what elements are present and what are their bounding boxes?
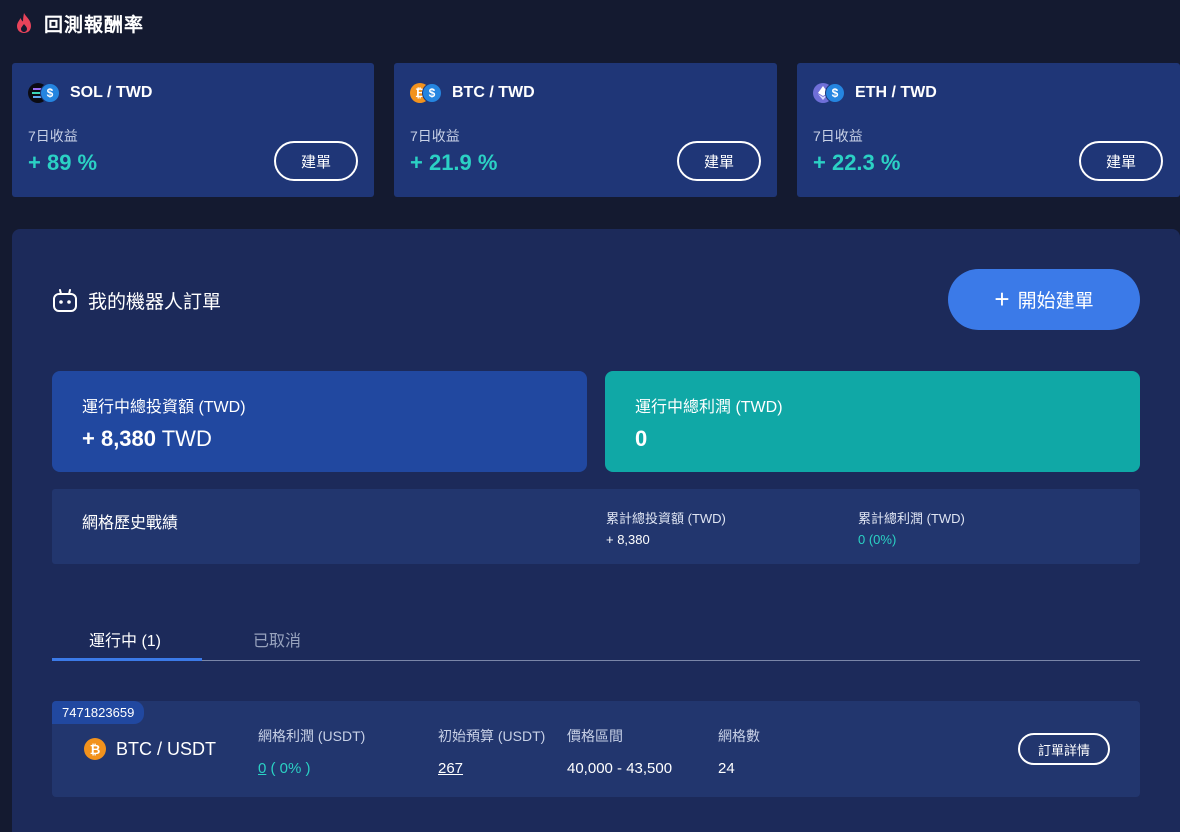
coin-pair-icons: ₿ $ — [410, 82, 446, 104]
total-profit-value: 0 (0%) — [858, 532, 897, 547]
price-range-value: 40,000 - 43,500 — [567, 760, 673, 777]
order-id-badge: 7471823659 — [52, 701, 145, 724]
pair-card-eth: $ ETH / TWD 7日收益 + 22.3 % 建單 — [797, 63, 1180, 197]
pair-head: ₿ $ BTC / TWD — [410, 82, 535, 104]
order-row: 7471823659 ₿ BTC / USDT 網格利潤 (USDT) 0 ( … — [52, 701, 1140, 797]
running-profit-value: 0 — [635, 426, 647, 452]
grid-count-label: 網格數 — [718, 728, 760, 744]
return-label: 7日收益 — [410, 128, 460, 144]
page-title: 回測報酬率 — [44, 14, 145, 36]
total-investment-label: 累計總投資額 (TWD) — [606, 511, 726, 526]
pair-card-sol: $ SOL / TWD 7日收益 + 89 % 建單 — [12, 63, 374, 197]
running-investment-box: 運行中總投資額 (TWD) + 8,380 TWD — [52, 371, 587, 472]
coin-pair-icons: $ — [28, 82, 64, 104]
price-range-label: 價格區間 — [567, 728, 623, 744]
grid-profit: 網格利潤 (USDT) 0 ( 0% ) — [258, 726, 365, 777]
bot-orders-panel: 我的機器人訂單 + 開始建單 運行中總投資額 (TWD) + 8,380 TWD… — [12, 229, 1180, 832]
grid-history-box: 網格歷史戰績 累計總投資額 (TWD) + 8,380 累計總利潤 (TWD) … — [52, 489, 1140, 564]
initial-budget: 初始預算 (USDT) 267 — [438, 726, 545, 777]
dollar-icon: $ — [825, 83, 845, 103]
dollar-icon: $ — [40, 83, 60, 103]
pair-head: $ ETH / TWD — [813, 82, 937, 104]
total-profit: 累計總利潤 (TWD) 0 (0%) — [858, 508, 965, 547]
price-range: 價格區間 40,000 - 43,500 — [567, 726, 672, 777]
total-profit-label: 累計總利潤 (TWD) — [858, 511, 965, 526]
order-pair-label: BTC / USDT — [116, 738, 217, 759]
return-label: 7日收益 — [813, 128, 863, 144]
fire-icon — [17, 13, 31, 33]
page-header: 回測報酬率 — [14, 10, 144, 36]
running-profit-label: 運行中總利潤 (TWD) — [635, 399, 783, 416]
return-value: + 89 % — [28, 150, 98, 175]
robot-icon — [53, 288, 77, 312]
running-investment-unit: TWD — [161, 426, 212, 451]
running-investment-label: 運行中總投資額 (TWD) — [82, 399, 246, 416]
return-value: + 21.9 % — [410, 150, 498, 175]
running-profit-box: 運行中總利潤 (TWD) 0 — [605, 371, 1140, 472]
total-investment-value: + 8,380 — [606, 532, 650, 547]
active-tab-indicator — [52, 658, 202, 661]
pair-name: SOL / TWD — [70, 84, 153, 101]
pair-card-btc: ₿ $ BTC / TWD 7日收益 + 21.9 % 建單 — [394, 63, 777, 197]
build-order-button-eth[interactable]: 建單 — [1079, 141, 1163, 181]
grid-profit-label: 網格利潤 (USDT) — [258, 728, 366, 744]
tab-cancelled[interactable]: 已取消 — [253, 627, 301, 651]
coin-pair-icons: $ — [813, 82, 849, 104]
order-detail-button[interactable]: 訂單詳情 — [1018, 733, 1110, 765]
start-order-button[interactable]: + 開始建單 — [948, 269, 1140, 330]
grid-history-title: 網格歷史戰績 — [82, 515, 179, 532]
total-investment: 累計總投資額 (TWD) + 8,380 — [606, 508, 726, 547]
running-profit-amount: 0 — [635, 426, 648, 451]
tab-running[interactable]: 運行中 (1) — [89, 627, 161, 651]
running-investment-amount: + 8,380 — [82, 426, 157, 451]
bot-orders-label: 我的機器人訂單 — [88, 292, 222, 313]
order-tabs: 運行中 (1) 已取消 — [52, 612, 1140, 661]
initial-budget-label: 初始預算 (USDT) — [438, 728, 546, 744]
return-label: 7日收益 — [28, 128, 78, 144]
plus-icon: + — [994, 283, 1010, 314]
pair-name: ETH / TWD — [855, 84, 937, 101]
pair-head: $ SOL / TWD — [28, 82, 152, 104]
return-value: + 22.3 % — [813, 150, 901, 175]
grid-count-value: 24 — [718, 760, 735, 777]
grid-profit-percent: ( 0% ) — [266, 760, 311, 777]
initial-budget-link[interactable]: 267 — [438, 760, 463, 777]
initial-budget-value: 267 — [438, 760, 545, 777]
build-order-button-btc[interactable]: 建單 — [677, 141, 761, 181]
bot-orders-title: 我的機器人訂單 — [52, 287, 221, 314]
grid-profit-value: 0 ( 0% ) — [258, 760, 365, 777]
grid-count: 網格數 24 — [718, 726, 760, 777]
dollar-icon: $ — [422, 83, 442, 103]
bitcoin-icon: ₿ — [84, 738, 106, 760]
start-order-label: 開始建單 — [1017, 291, 1094, 312]
running-investment-value: + 8,380 TWD — [82, 426, 212, 452]
pair-name: BTC / TWD — [452, 84, 535, 101]
order-pair: ₿ BTC / USDT — [84, 738, 216, 760]
build-order-button-sol[interactable]: 建單 — [274, 141, 358, 181]
